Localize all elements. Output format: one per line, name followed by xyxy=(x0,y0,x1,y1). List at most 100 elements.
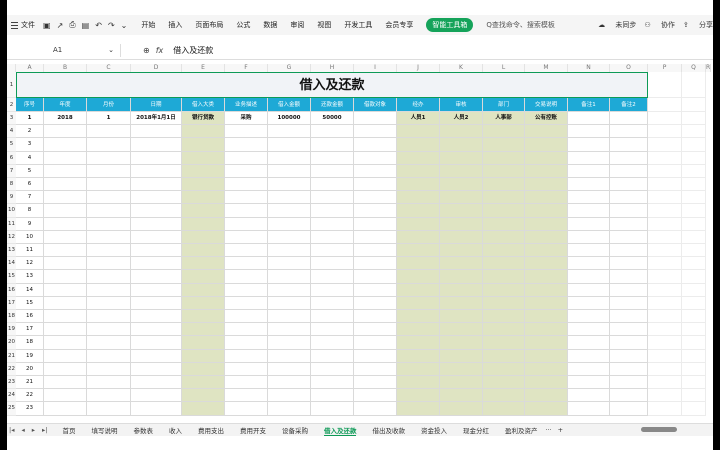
table-cell[interactable] xyxy=(397,138,440,152)
empty-cell[interactable] xyxy=(682,112,706,126)
empty-cell[interactable] xyxy=(648,191,682,205)
column-header[interactable]: Q xyxy=(682,64,706,72)
table-cell[interactable] xyxy=(44,270,87,284)
table-cell[interactable] xyxy=(87,270,131,284)
table-cell[interactable] xyxy=(131,323,182,337)
table-cell[interactable]: 14 xyxy=(16,283,44,297)
row-header[interactable]: 20 xyxy=(7,336,16,350)
table-cell[interactable] xyxy=(182,204,225,218)
empty-cell[interactable] xyxy=(682,310,706,324)
empty-cell[interactable] xyxy=(648,217,682,231)
table-cell[interactable] xyxy=(131,217,182,231)
table-cell[interactable] xyxy=(311,151,354,165)
table-cell[interactable] xyxy=(568,217,610,231)
table-cell[interactable] xyxy=(131,244,182,258)
table-cell[interactable] xyxy=(354,283,397,297)
table-cell[interactable] xyxy=(131,257,182,271)
table-cell[interactable] xyxy=(440,151,483,165)
table-cell[interactable] xyxy=(44,138,87,152)
column-title[interactable]: 借入大类 xyxy=(182,98,225,112)
column-header[interactable]: I xyxy=(354,64,397,72)
table-cell[interactable] xyxy=(440,230,483,244)
table-cell[interactable] xyxy=(354,349,397,363)
table-cell[interactable] xyxy=(610,402,648,416)
table-cell[interactable] xyxy=(610,125,648,139)
table-cell[interactable] xyxy=(568,389,610,403)
empty-cell[interactable] xyxy=(682,125,706,139)
table-cell[interactable] xyxy=(354,204,397,218)
table-cell[interactable] xyxy=(354,402,397,416)
column-title[interactable]: 借款对象 xyxy=(354,98,397,112)
table-cell[interactable] xyxy=(44,151,87,165)
table-cell[interactable]: 10 xyxy=(16,230,44,244)
command-search[interactable]: Q查找命令、搜索模板 xyxy=(486,20,555,30)
table-cell[interactable] xyxy=(311,270,354,284)
table-cell[interactable] xyxy=(525,349,568,363)
table-cell[interactable] xyxy=(311,138,354,152)
table-cell[interactable] xyxy=(568,283,610,297)
table-cell[interactable] xyxy=(225,376,268,390)
table-cell[interactable] xyxy=(568,178,610,192)
table-cell[interactable] xyxy=(610,296,648,310)
table-cell[interactable] xyxy=(568,257,610,271)
table-cell[interactable] xyxy=(610,362,648,376)
empty-cell[interactable] xyxy=(648,270,682,284)
column-title[interactable]: 借入金额 xyxy=(268,98,311,112)
table-cell[interactable] xyxy=(131,389,182,403)
table-cell[interactable] xyxy=(610,310,648,324)
table-cell[interactable] xyxy=(311,376,354,390)
table-cell[interactable] xyxy=(87,349,131,363)
table-cell[interactable] xyxy=(311,389,354,403)
empty-cell[interactable] xyxy=(682,349,706,363)
table-cell[interactable] xyxy=(354,125,397,139)
table-cell[interactable] xyxy=(44,230,87,244)
sheet-tab[interactable]: 设备采购 xyxy=(282,425,308,435)
column-title[interactable]: 部门 xyxy=(483,98,525,112)
table-cell[interactable] xyxy=(440,270,483,284)
table-cell[interactable] xyxy=(311,257,354,271)
table-cell[interactable] xyxy=(225,402,268,416)
column-title[interactable]: 交易说明 xyxy=(525,98,568,112)
empty-cell[interactable] xyxy=(682,164,706,178)
column-title[interactable]: 月份 xyxy=(87,98,131,112)
table-cell[interactable] xyxy=(131,270,182,284)
table-cell[interactable] xyxy=(225,178,268,192)
empty-cell[interactable] xyxy=(648,336,682,350)
table-cell[interactable] xyxy=(87,164,131,178)
row-header[interactable]: 5 xyxy=(7,138,16,152)
table-cell[interactable] xyxy=(44,191,87,205)
empty-cell[interactable] xyxy=(682,98,706,112)
table-cell[interactable] xyxy=(87,151,131,165)
column-header[interactable]: A xyxy=(16,64,44,72)
table-cell[interactable] xyxy=(225,191,268,205)
table-cell[interactable] xyxy=(397,349,440,363)
table-cell[interactable] xyxy=(354,178,397,192)
table-cell[interactable] xyxy=(568,310,610,324)
table-cell[interactable] xyxy=(525,283,568,297)
table-cell[interactable] xyxy=(131,296,182,310)
column-header[interactable]: M xyxy=(525,64,568,72)
table-cell[interactable] xyxy=(268,257,311,271)
empty-cell[interactable] xyxy=(648,72,682,98)
table-cell[interactable] xyxy=(610,257,648,271)
table-cell[interactable] xyxy=(268,362,311,376)
column-header[interactable]: H xyxy=(311,64,354,72)
table-cell[interactable]: 15 xyxy=(16,296,44,310)
table-cell[interactable] xyxy=(525,257,568,271)
table-cell[interactable] xyxy=(268,204,311,218)
row-header[interactable]: 8 xyxy=(7,178,16,192)
table-cell[interactable] xyxy=(268,164,311,178)
table-cell[interactable] xyxy=(131,191,182,205)
table-cell[interactable] xyxy=(397,283,440,297)
table-cell[interactable] xyxy=(440,310,483,324)
column-header[interactable]: B xyxy=(44,64,87,72)
table-cell[interactable] xyxy=(483,349,525,363)
empty-cell[interactable] xyxy=(682,138,706,152)
table-cell[interactable] xyxy=(182,336,225,350)
table-cell[interactable] xyxy=(354,230,397,244)
file-menu[interactable]: 文件 xyxy=(11,20,35,30)
table-cell[interactable] xyxy=(268,151,311,165)
table-cell[interactable] xyxy=(87,257,131,271)
table-cell[interactable] xyxy=(87,125,131,139)
table-cell[interactable] xyxy=(87,296,131,310)
